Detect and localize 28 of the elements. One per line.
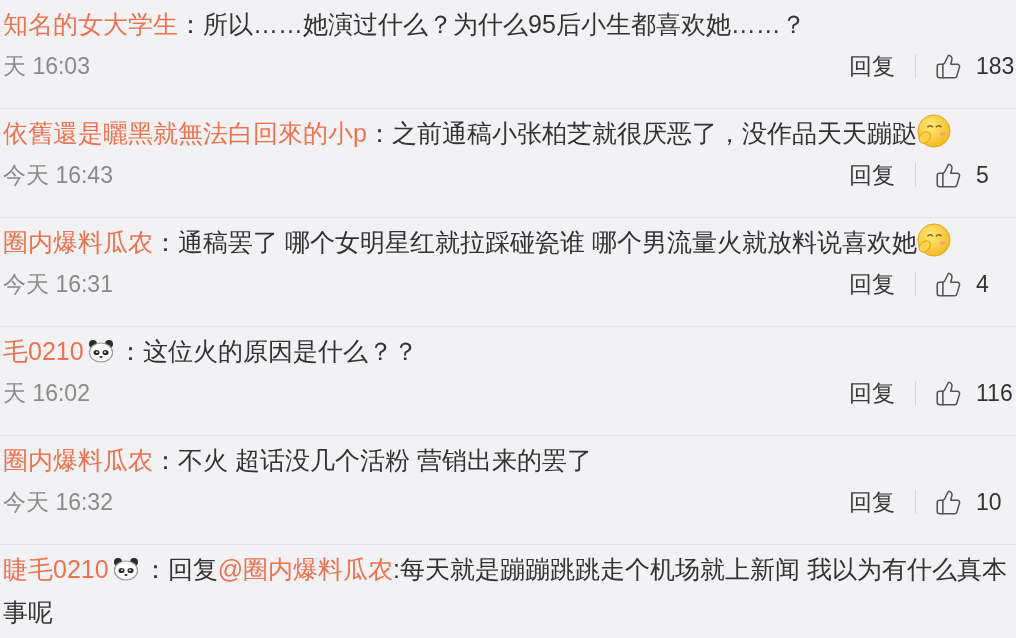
thumbs-up-icon [935, 52, 962, 80]
comment-text: 圈内爆料瓜农：不火 超话没几个活粉 营销出来的罢了 [3, 445, 593, 476]
timestamp: 天 16:02 [3, 379, 90, 408]
timestamp: 天 16:03 [3, 52, 90, 81]
thumbs-up-icon [935, 161, 962, 189]
reply-button[interactable]: 回复 [849, 487, 895, 517]
comment-text: 毛0210 ：这位火的原因是什么？？ [3, 336, 419, 367]
face-emoji-icon [916, 223, 951, 257]
timestamp: 今天 16:32 [3, 488, 113, 517]
comment-text: 睫毛0210 ：回复@圈内爆料瓜农:每天就是蹦蹦跳跳走个机场就上新闻 我以为有什么真本事呢 [3, 554, 1008, 628]
timestamp: 今天 16:43 [3, 161, 113, 190]
reply-button[interactable]: 回复 [849, 51, 895, 81]
reply-button[interactable]: 回复 [849, 160, 895, 190]
thumbs-up-icon [935, 379, 962, 407]
thumbs-up-icon [935, 270, 962, 298]
comment-text: 知名的女大学生：所以……她演过什么？为什么95后小生都喜欢她……？ [3, 9, 807, 40]
thumbs-up-icon [935, 488, 962, 516]
reply-button[interactable]: 回复 [849, 269, 895, 299]
comment-text: 依舊還是曬黑就無法白回來的小p：之前通稿小张柏芝就很厌恶了，没作品天天蹦跶 [3, 112, 1016, 155]
like-button[interactable]: 183 [935, 51, 1016, 81]
like-button[interactable]: 5 [935, 160, 1016, 190]
reply-button[interactable]: 回复 [849, 378, 895, 408]
like-button[interactable]: 116 [935, 378, 1016, 408]
timestamp: 今天 16:31 [3, 270, 113, 299]
comment-text: 圈内爆料瓜农：通稿罢了 哪个女明星红就拉踩碰瓷谁 哪个男流量火就放料说喜欢她 [3, 221, 1016, 264]
like-button[interactable]: 4 [935, 269, 1016, 299]
face-emoji-icon [916, 114, 951, 148]
like-button[interactable]: 10 [935, 487, 1016, 517]
